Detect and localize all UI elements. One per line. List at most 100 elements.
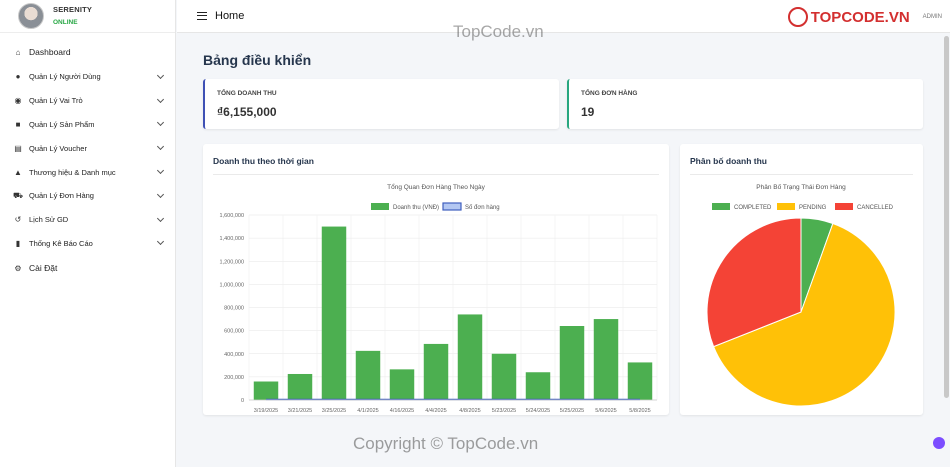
sidebar-item-label: Quản Lý Voucher [29,143,87,153]
brand-name: SERENITY [53,4,93,14]
account-circle-icon: ◉ [14,96,22,106]
legend-swatch-0 [371,203,389,210]
logo-mark-icon [787,7,808,27]
total-orders-value: 19 [581,105,595,119]
y-tick-label: 800,000 [224,306,244,312]
x-tick-label: 5/6/2025 [595,408,616,414]
revenue-bar [593,319,619,400]
x-tick-label: 3/21/2025 [288,408,312,414]
total-revenue-label: TỔNG DOANH THU [217,90,277,97]
x-tick-label: 5/25/2025 [560,408,584,414]
revenue-bar [389,369,415,400]
y-tick-label: 200,000 [224,375,244,381]
legend-label-0: Doanh thu (VNĐ) [393,205,439,211]
sidebar-item-5[interactable]: ▲ Thương hiệu & Danh mục [0,160,175,184]
x-tick-label: 5/23/2025 [492,408,516,414]
sidebar-item-0[interactable]: ⌂ Dashboard [0,39,175,65]
x-tick-label: 4/16/2025 [390,408,414,414]
sidebar-item-8[interactable]: ▮ Thống Kê Báo Cáo [0,232,175,256]
total-revenue-value: ₫6,155,000 [217,105,277,119]
admin-label[interactable]: ADMIN [923,14,942,20]
sidebar-item-label: Quản Lý Sản Phẩm [29,119,95,129]
sidebar-item-label: Cài Đặt [29,263,58,274]
x-tick-label: 3/19/2025 [254,408,278,414]
legend-label-0: COMPLETED [734,205,772,211]
total-orders-card: TỔNG ĐƠN HÀNG 19 [567,79,923,129]
page-scrollbar[interactable] [944,36,949,398]
distribution-chart-card: Phân bố doanh thu Phân Bố Trạng Thái Đơn… [680,144,923,415]
sidebar-item-4[interactable]: ▤ Quản Lý Voucher [0,136,175,160]
x-tick-label: 5/24/2025 [526,408,550,414]
x-tick-label: 3/25/2025 [322,408,346,414]
distribution-card-title: Phân bố doanh thu [690,156,767,166]
sidebar-item-label: Dashboard [29,47,71,57]
category-icon: ▲ [14,167,22,177]
revenue-bar [559,326,585,400]
floating-action-icon[interactable] [933,437,945,449]
chevron-down-icon [156,71,165,79]
sidebar-item-label: Quản Lý Vai Trò [29,96,83,106]
x-tick-label: 5/8/2025 [629,408,650,414]
revenue-bar [355,350,381,400]
topcode-logo: TOPCODE.VN [784,6,913,28]
sidebar-item-label: Quản Lý Người Dùng [29,72,101,82]
chart-title: Tổng Quan Đơn Hàng Theo Ngày [387,183,485,191]
gear-icon: ⚙ [14,263,22,273]
avatar [18,3,44,29]
user-icon: ● [15,72,21,82]
revenue-card-title: Doanh thu theo thời gian [213,156,314,166]
sidebar-item-7[interactable]: ↺ Lịch Sử GD [0,208,175,232]
y-tick-label: 0 [241,398,244,404]
y-tick-label: 400,000 [224,352,244,358]
voucher-icon: ▤ [14,143,22,153]
revenue-bar [457,314,483,400]
revenue-bar-chart: Tổng Quan Đơn Hàng Theo Ngày Doanh thu (V… [220,183,658,414]
sidebar-item-label: Thống Kê Báo Cáo [29,238,93,248]
menu-toggle-icon[interactable] [197,12,207,20]
legend-swatch-1 [777,203,795,210]
legend-swatch-1 [442,202,462,211]
revenue-bar [253,381,279,400]
shopping-bag-icon: ■ [15,119,21,129]
bar-chart-icon: ▮ [15,238,21,248]
topbar-title: Home [215,10,245,22]
revenue-bar [287,373,313,400]
revenue-bar [525,372,551,400]
sidebar-item-label: Quản Lý Đơn Hàng [29,191,94,201]
x-tick-label: 4/1/2025 [357,408,378,414]
sidebar-brand: SERENITY ONLINE [0,0,175,33]
x-tick-label: 4/8/2025 [459,408,480,414]
sidebar-menu: ⌂ Dashboard ● Quản Lý Người Dùng ◉ Quản Lý Va… [0,33,175,281]
sidebar: SERENITY ONLINE ⌂ Dashboard ● Quản Lý Người… [0,0,176,467]
cart-icon: ⛟ [12,190,24,200]
legend-swatch-2 [835,203,853,210]
sidebar-item-2[interactable]: ◉ Quản Lý Vai Trò [0,89,175,113]
sidebar-item-9[interactable]: ⚙ Cài Đặt [0,255,175,281]
online-status: ONLINE [53,19,78,26]
sidebar-item-3[interactable]: ■ Quản Lý Sản Phẩm [0,113,175,137]
legend-label-1: Số đơn hàng [465,205,500,211]
revenue-bar [423,343,449,400]
chevron-down-icon [156,190,165,198]
revenue-bar [491,353,517,400]
home-icon: ⌂ [15,47,21,57]
chevron-down-icon [156,214,165,222]
chevron-down-icon [156,238,165,246]
chevron-down-icon [156,119,165,127]
history-icon: ↺ [14,215,22,225]
y-tick-label: 600,000 [224,329,244,335]
logo-text: TOPCODE.VN [810,8,910,26]
legend-label-2: CANCELLED [857,205,894,211]
sidebar-item-1[interactable]: ● Quản Lý Người Dùng [0,65,175,89]
revenue-bar [321,226,347,400]
sidebar-item-6[interactable]: ⛟ Quản Lý Đơn Hàng [0,184,175,208]
status-pie-chart: Phân Bố Trạng Thái Đơn Hàng COMPLETED PEND… [706,182,896,407]
total-orders-label: TỔNG ĐƠN HÀNG [581,90,638,97]
x-tick-label: 4/4/2025 [425,408,446,414]
total-revenue-card: TỔNG DOANH THU ₫6,155,000 [203,79,559,129]
sidebar-item-label: Thương hiệu & Danh mục [29,167,116,177]
chart-title: Phân Bố Trạng Thái Đơn Hàng [756,182,846,191]
chevron-down-icon [156,167,165,175]
copyright-watermark: Copyright © TopCode.vn [353,434,539,453]
main-content: Bảng điều khiển TỔNG DOANH THU ₫6,155,00… [177,34,950,467]
